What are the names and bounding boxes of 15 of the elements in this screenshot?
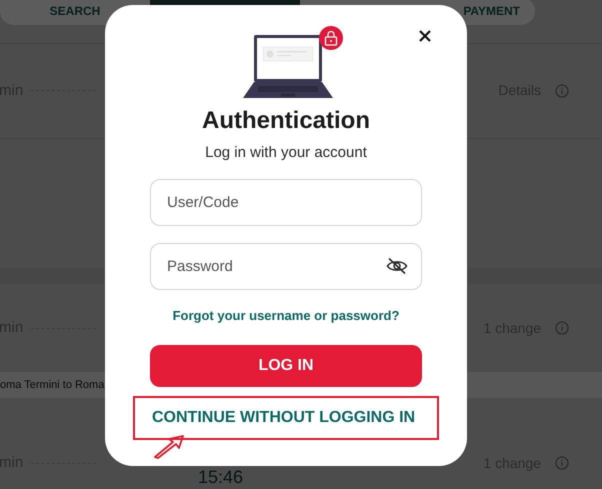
username-field[interactable]: User/Code	[150, 178, 422, 226]
info-icon[interactable]	[555, 456, 569, 470]
continue-without-login-link[interactable]: CONTINUE WITHOUT LOGGING IN	[152, 406, 416, 430]
step-tab[interactable]: PAYMENT	[463, 2, 520, 20]
forgot-password-link[interactable]: Forgot your username or password?	[172, 306, 400, 325]
login-button[interactable]: LOG IN	[150, 345, 422, 387]
info-icon[interactable]	[555, 84, 569, 98]
close-icon	[419, 30, 431, 42]
route-banner-text: oma Termini to Roma	[0, 378, 104, 393]
password-field[interactable]: Password	[150, 242, 422, 290]
departure-time: 15:46	[198, 468, 244, 486]
dialog-subtitle: Log in with your account	[205, 143, 367, 163]
info-icon[interactable]	[555, 321, 569, 336]
dialog-title: Authentication	[202, 106, 370, 136]
eye-off-icon[interactable]	[386, 256, 408, 274]
